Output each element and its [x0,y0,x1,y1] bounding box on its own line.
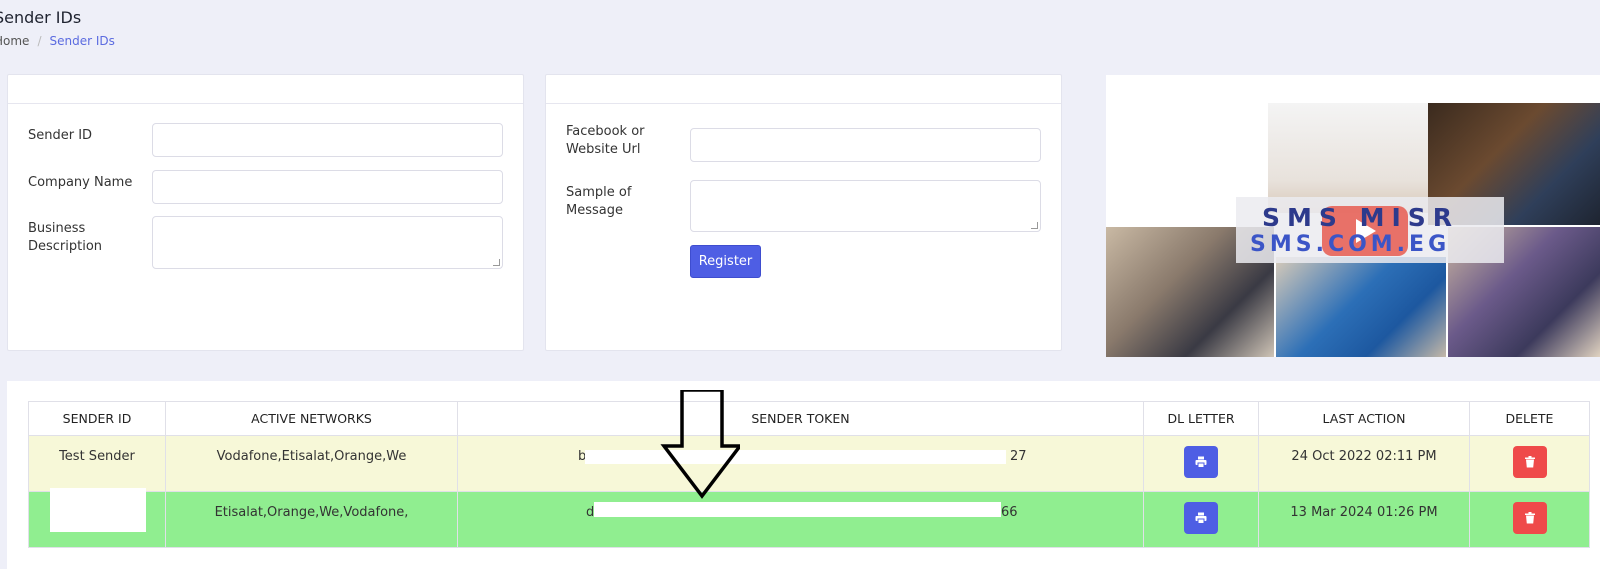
trash-icon [1524,456,1535,468]
print-icon [1195,512,1207,524]
breadcrumb: Home/Sender IDs [0,34,115,48]
register-button[interactable]: Register [690,245,761,278]
networks-cell: Vodafone,Etisalat,Orange,We [216,449,407,464]
token-redaction [585,450,1006,464]
promo-logo-line2: SMS.COM.EG [1250,232,1451,257]
networks-cell: Etisalat,Orange,We,Vodafone, [214,505,409,520]
sender-form-card [7,74,524,351]
token-end: 66 [1001,505,1018,520]
promo-logo-line1: SMS MISR [1262,203,1460,232]
download-letter-button[interactable] [1184,446,1218,478]
sender-id-redaction [50,488,146,532]
breadcrumb-home[interactable]: Home [0,34,29,48]
trash-icon [1524,512,1535,524]
down-arrow-icon [660,390,740,499]
delete-button[interactable] [1512,446,1547,478]
delete-button[interactable] [1512,502,1547,534]
col-header-last-action: LAST ACTION [1258,401,1470,436]
breadcrumb-current: Sender IDs [49,34,115,48]
download-letter-button[interactable] [1184,502,1218,534]
company-name-input[interactable] [152,170,503,204]
company-name-label: Company Name [28,175,133,190]
business-description-textarea[interactable] [152,216,503,269]
table-row: Test Sender Vodafone,Etisalat,Orange,We … [28,435,1590,492]
page-title: Sender IDs [0,8,82,27]
col-header-sender-id: SENDER ID [28,401,166,436]
sample-message-textarea[interactable] [690,180,1041,232]
sender-id-cell: Test Sender [59,449,135,464]
table-row: Etisalat,Orange,We,Vodafone, d 66 13 Mar… [28,488,1590,548]
sender-id-input[interactable] [152,123,503,157]
col-header-dl-letter: DL LETTER [1143,401,1259,436]
token-end: 27 [1010,449,1027,464]
last-action-cell: 13 Mar 2024 01:26 PM [1290,505,1438,520]
sender-id-cell [28,488,166,548]
facebook-url-label: Facebook or Website Url [566,124,645,157]
last-action-cell: 24 Oct 2022 02:11 PM [1291,449,1437,464]
sample-message-label: Sample of Message [566,185,632,218]
sender-ids-table: SENDER ID ACTIVE NETWORKS SENDER TOKEN D… [28,401,1590,548]
col-header-delete: DELETE [1469,401,1590,436]
token-redaction [594,502,1001,517]
business-description-label: Business Description [28,221,103,254]
col-header-sender-token: SENDER TOKEN [457,401,1144,436]
facebook-url-input[interactable] [690,128,1041,162]
print-icon [1195,456,1207,468]
token-cell: d 66 [457,491,1144,548]
col-header-active-networks: ACTIVE NETWORKS [165,401,458,436]
token-cell: b 27 [457,435,1144,492]
sender-id-label: Sender ID [28,128,93,143]
